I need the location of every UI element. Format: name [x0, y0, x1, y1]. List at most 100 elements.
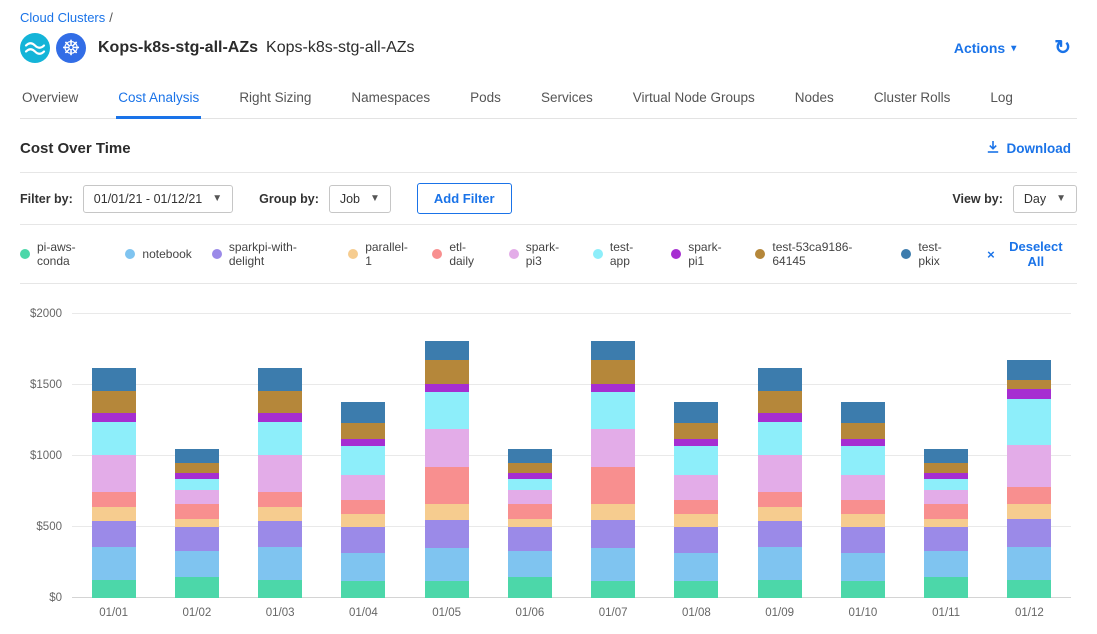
bar-segment-spark-pi1[interactable] — [841, 439, 885, 446]
bar-segment-test-pkix[interactable] — [1007, 360, 1051, 380]
bar-segment-pi-aws-conda[interactable] — [175, 577, 219, 598]
bar-segment-sparkpi-with-delight[interactable] — [674, 527, 718, 553]
bar-segment-etl-daily[interactable] — [674, 500, 718, 514]
bar-segment-etl-daily[interactable] — [591, 467, 635, 504]
group-by-select[interactable]: Job ▼ — [329, 185, 391, 213]
add-filter-button[interactable]: Add Filter — [417, 183, 512, 214]
bar-segment-parallel-1[interactable] — [258, 507, 302, 521]
bar-segment-spark-pi3[interactable] — [841, 475, 885, 501]
bar-segment-sparkpi-with-delight[interactable] — [92, 521, 136, 547]
legend-item-spark-pi1[interactable]: spark-pi1 — [671, 240, 735, 268]
legend-item-etl-daily[interactable]: etl-daily — [432, 240, 488, 268]
bar-segment-spark-pi1[interactable] — [591, 384, 635, 393]
bar-segment-spark-pi3[interactable] — [508, 490, 552, 504]
refresh-button[interactable]: ↻ — [1048, 37, 1077, 59]
stacked-bar-01/12[interactable] — [1007, 314, 1051, 598]
bar-segment-etl-daily[interactable] — [258, 492, 302, 508]
bar-segment-spark-pi3[interactable] — [92, 455, 136, 492]
bar-segment-spark-pi3[interactable] — [258, 455, 302, 492]
stacked-bar-01/05[interactable] — [425, 314, 469, 598]
bar-segment-sparkpi-with-delight[interactable] — [841, 527, 885, 553]
date-range-select[interactable]: 01/01/21 - 01/12/21 ▼ — [83, 185, 233, 213]
bar-segment-notebook[interactable] — [924, 551, 968, 577]
stacked-bar-01/06[interactable] — [508, 314, 552, 598]
legend-item-notebook[interactable]: notebook — [125, 247, 191, 261]
bar-segment-notebook[interactable] — [508, 551, 552, 577]
bar-segment-spark-pi3[interactable] — [758, 455, 802, 492]
bar-segment-spark-pi1[interactable] — [758, 413, 802, 422]
bar-segment-etl-daily[interactable] — [341, 500, 385, 514]
breadcrumb-link[interactable]: Cloud Clusters — [20, 10, 105, 25]
bar-segment-etl-daily[interactable] — [508, 504, 552, 518]
legend-item-sparkpi-with-delight[interactable]: sparkpi-with-delight — [212, 240, 328, 268]
bar-segment-notebook[interactable] — [175, 551, 219, 577]
bar-segment-test-53ca9186-64145[interactable] — [1007, 380, 1051, 389]
bar-segment-test-53ca9186-64145[interactable] — [758, 391, 802, 414]
bar-segment-sparkpi-with-delight[interactable] — [1007, 519, 1051, 547]
bar-segment-pi-aws-conda[interactable] — [258, 580, 302, 598]
bar-segment-etl-daily[interactable] — [92, 492, 136, 508]
bar-segment-test-53ca9186-64145[interactable] — [674, 423, 718, 439]
bar-segment-spark-pi1[interactable] — [341, 439, 385, 446]
bar-segment-pi-aws-conda[interactable] — [92, 580, 136, 598]
bar-segment-test-53ca9186-64145[interactable] — [924, 463, 968, 473]
stacked-bar-01/11[interactable] — [924, 314, 968, 598]
bar-segment-spark-pi1[interactable] — [674, 439, 718, 446]
bar-segment-parallel-1[interactable] — [341, 514, 385, 527]
bar-segment-etl-daily[interactable] — [841, 500, 885, 514]
stacked-bar-01/03[interactable] — [258, 314, 302, 598]
bar-segment-test-app[interactable] — [674, 446, 718, 474]
bar-segment-test-app[interactable] — [1007, 399, 1051, 444]
tab-virtual-node-groups[interactable]: Virtual Node Groups — [631, 79, 757, 119]
stacked-bar-01/09[interactable] — [758, 314, 802, 598]
bar-segment-pi-aws-conda[interactable] — [425, 581, 469, 598]
bar-segment-test-app[interactable] — [841, 446, 885, 474]
tab-log[interactable]: Log — [988, 79, 1015, 119]
bar-segment-sparkpi-with-delight[interactable] — [508, 527, 552, 551]
bar-segment-spark-pi3[interactable] — [425, 429, 469, 467]
stacked-bar-01/10[interactable] — [841, 314, 885, 598]
bar-segment-parallel-1[interactable] — [674, 514, 718, 527]
stacked-bar-01/08[interactable] — [674, 314, 718, 598]
legend-item-test-53ca9186-64145[interactable]: test-53ca9186-64145 — [755, 240, 881, 268]
tab-right-sizing[interactable]: Right Sizing — [237, 79, 313, 119]
legend-item-test-app[interactable]: test-app — [593, 240, 651, 268]
bar-segment-pi-aws-conda[interactable] — [1007, 580, 1051, 598]
bar-segment-spark-pi3[interactable] — [924, 490, 968, 504]
bar-segment-test-pkix[interactable] — [758, 368, 802, 391]
legend-item-test-pkix[interactable]: test-pkix — [901, 240, 961, 268]
stacked-bar-01/01[interactable] — [92, 314, 136, 598]
stacked-bar-01/07[interactable] — [591, 314, 635, 598]
bar-segment-parallel-1[interactable] — [1007, 504, 1051, 518]
bar-segment-test-app[interactable] — [924, 479, 968, 490]
bar-segment-test-53ca9186-64145[interactable] — [341, 423, 385, 439]
bar-segment-sparkpi-with-delight[interactable] — [258, 521, 302, 547]
bar-segment-sparkpi-with-delight[interactable] — [758, 521, 802, 547]
bar-segment-test-pkix[interactable] — [674, 402, 718, 423]
bar-segment-test-pkix[interactable] — [841, 402, 885, 423]
stacked-bar-01/04[interactable] — [341, 314, 385, 598]
bar-segment-test-pkix[interactable] — [591, 341, 635, 359]
bar-segment-etl-daily[interactable] — [175, 504, 219, 518]
bar-segment-test-pkix[interactable] — [175, 449, 219, 463]
actions-button[interactable]: Actions ▾ — [948, 39, 1022, 57]
bar-segment-test-pkix[interactable] — [258, 368, 302, 391]
bar-segment-notebook[interactable] — [341, 553, 385, 581]
legend-item-pi-aws-conda[interactable]: pi-aws-conda — [20, 240, 105, 268]
tab-overview[interactable]: Overview — [20, 79, 80, 119]
bar-segment-etl-daily[interactable] — [758, 492, 802, 508]
bar-segment-spark-pi1[interactable] — [258, 413, 302, 422]
bar-segment-test-53ca9186-64145[interactable] — [92, 391, 136, 414]
bar-segment-test-app[interactable] — [258, 422, 302, 455]
bar-segment-test-app[interactable] — [425, 392, 469, 429]
tab-pods[interactable]: Pods — [468, 79, 503, 119]
bar-segment-test-app[interactable] — [591, 392, 635, 429]
bar-segment-test-53ca9186-64145[interactable] — [425, 360, 469, 384]
bar-segment-test-app[interactable] — [341, 446, 385, 474]
bar-segment-etl-daily[interactable] — [425, 467, 469, 504]
bar-segment-spark-pi3[interactable] — [341, 475, 385, 501]
bar-segment-parallel-1[interactable] — [508, 519, 552, 528]
bar-segment-pi-aws-conda[interactable] — [508, 577, 552, 598]
bar-segment-test-app[interactable] — [508, 479, 552, 490]
bar-segment-parallel-1[interactable] — [425, 504, 469, 520]
